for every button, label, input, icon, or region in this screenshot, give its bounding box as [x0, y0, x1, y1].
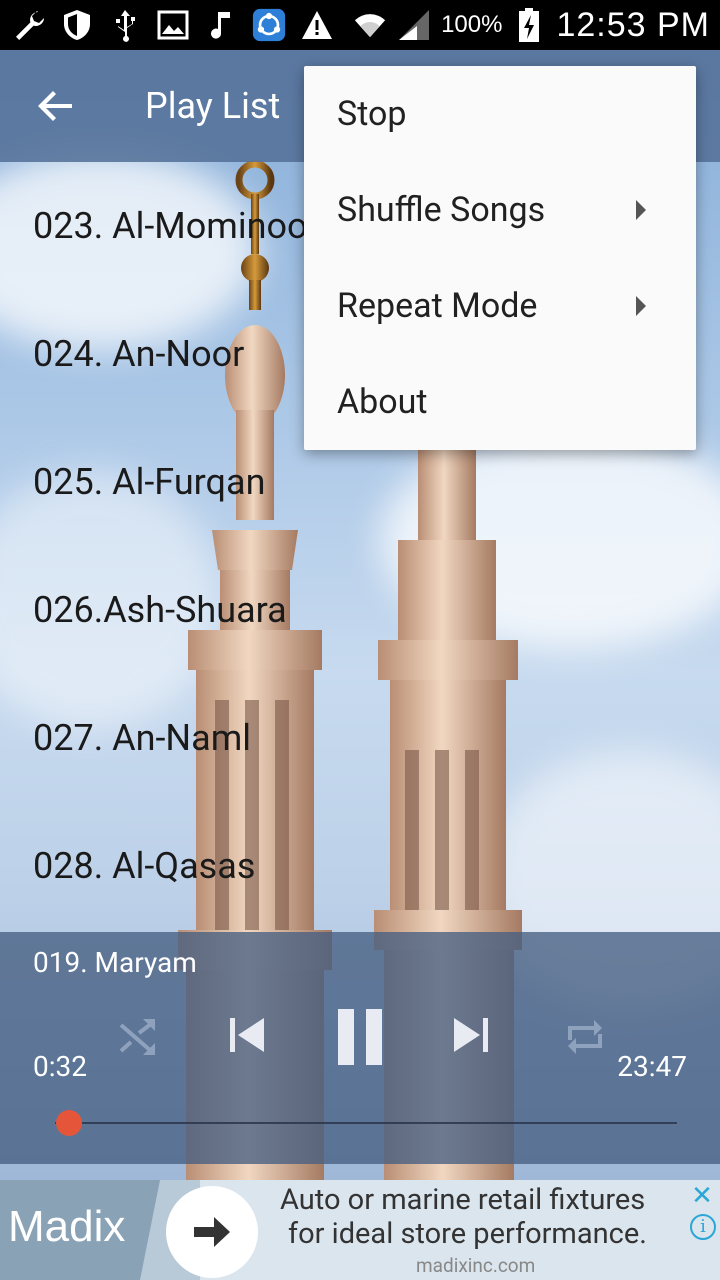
menu-item-label: About — [337, 382, 428, 422]
system-icons: 100% 12:53 PM — [353, 6, 710, 45]
total-time: 23:47 — [617, 1050, 687, 1083]
wrench-icon — [12, 8, 46, 42]
arrow-right-icon — [194, 1217, 230, 1247]
warning-icon — [300, 8, 334, 42]
skip-next-icon — [454, 1018, 488, 1052]
now-playing-title: 019. Maryam — [33, 946, 197, 979]
skip-previous-icon — [230, 1018, 264, 1052]
repeat-icon — [568, 1020, 602, 1054]
shuffle-button[interactable] — [112, 1012, 162, 1062]
battery-percent: 100% — [441, 11, 503, 38]
status-bar: 100% 12:53 PM — [0, 0, 720, 50]
repeat-button[interactable] — [560, 1012, 610, 1062]
notification-icons — [12, 8, 334, 42]
current-time: 0:32 — [33, 1050, 87, 1083]
ad-subline: for ideal store performance. — [288, 1217, 647, 1251]
menu-item-label: Shuffle Songs — [337, 190, 546, 230]
previous-button[interactable] — [222, 1010, 272, 1060]
signal-icon — [397, 8, 431, 42]
ad-banner[interactable]: Madix Auto or marine retail fixtures for… — [0, 1180, 720, 1280]
menu-item-label: Repeat Mode — [337, 286, 538, 326]
menu-item-stop[interactable]: Stop — [304, 66, 696, 162]
player-panel: 019. Maryam 0:32 23:47 — [0, 932, 720, 1164]
wifi-icon — [353, 8, 387, 42]
menu-item-label: Stop — [337, 94, 407, 134]
next-button[interactable] — [446, 1010, 496, 1060]
page-title: Play List — [145, 85, 281, 127]
ad-headline: Auto or marine retail fixtures — [280, 1183, 646, 1217]
menu-item-repeat-mode[interactable]: Repeat Mode — [304, 258, 696, 354]
ad-brand: Madix — [8, 1202, 126, 1251]
ad-cta-button[interactable] — [166, 1186, 258, 1278]
overflow-menu: Stop Shuffle Songs Repeat Mode About — [304, 66, 696, 450]
usb-icon — [108, 8, 142, 42]
back-button[interactable] — [0, 50, 112, 162]
list-item[interactable]: 028. Al-Qasas — [0, 802, 720, 930]
music-note-icon — [204, 8, 238, 42]
seek-thumb[interactable] — [55, 1110, 82, 1136]
close-icon[interactable]: ✕ — [688, 1182, 716, 1210]
info-icon[interactable]: i — [690, 1214, 716, 1240]
shuffle-icon — [119, 1019, 155, 1055]
shield-icon — [60, 8, 94, 42]
menu-item-about[interactable]: About — [304, 354, 696, 450]
ad-url: madixinc.com — [416, 1254, 536, 1277]
menu-item-shuffle-songs[interactable]: Shuffle Songs — [304, 162, 696, 258]
list-item[interactable]: 027. An-Naml — [0, 674, 720, 802]
submenu-arrow-icon — [636, 200, 646, 220]
battery-icon — [512, 8, 546, 42]
submenu-arrow-icon — [636, 296, 646, 316]
clock: 12:53 PM — [556, 5, 710, 44]
pause-icon — [338, 1009, 382, 1065]
image-icon — [156, 8, 190, 42]
list-item[interactable]: 026.Ash-Shuara — [0, 546, 720, 674]
share-app-icon — [252, 8, 286, 42]
arrow-left-icon — [38, 91, 72, 121]
seek-bar[interactable] — [55, 1122, 677, 1124]
pause-button[interactable] — [330, 1002, 390, 1072]
